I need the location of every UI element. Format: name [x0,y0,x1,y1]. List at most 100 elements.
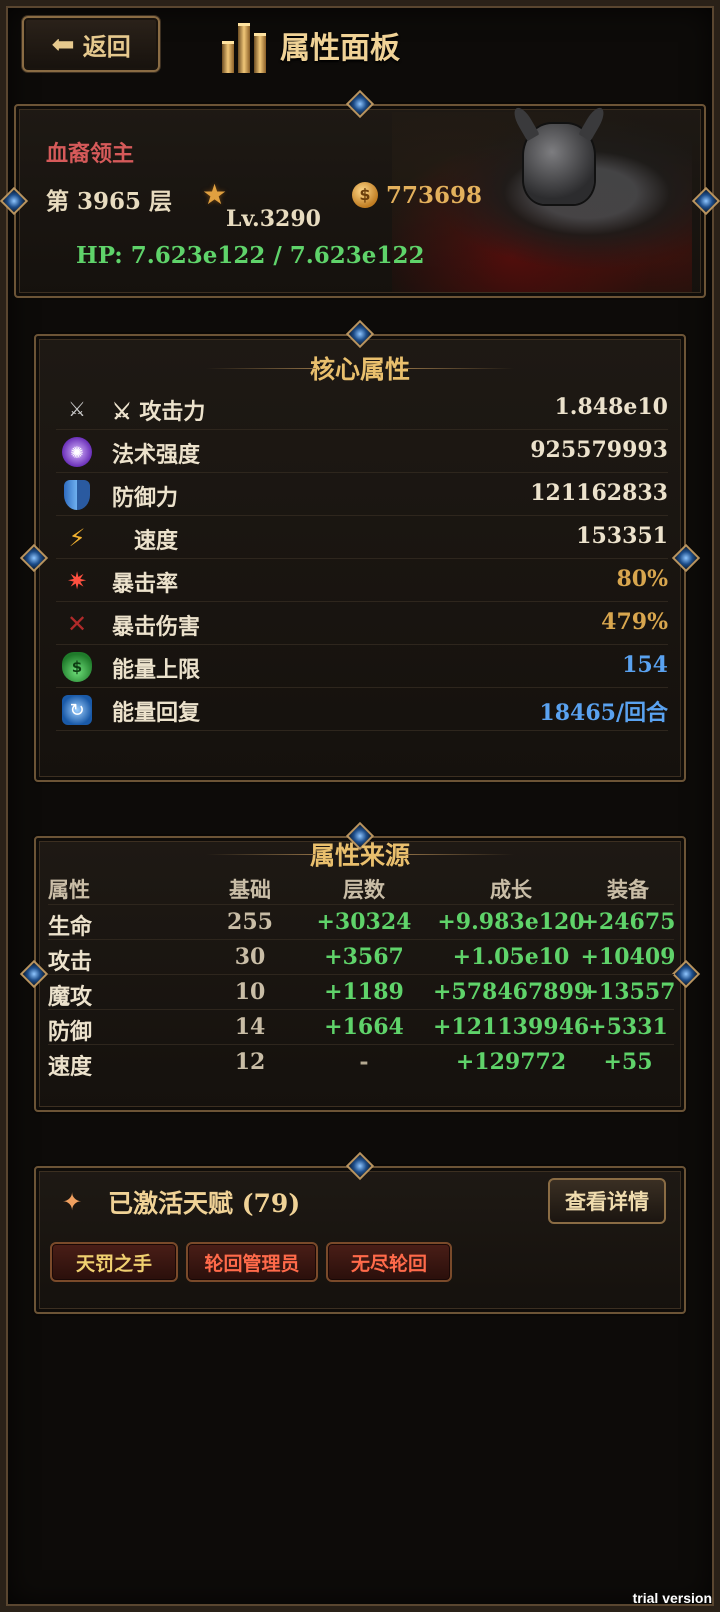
stat-row-crit-damage: ✕ 暴击伤害 479% [56,603,668,645]
table-cell: - [359,1049,369,1075]
back-arrow-icon: ⬅ [51,27,75,61]
table-row: 生命 255 +30324 +9.983e120 +24675 [48,905,675,940]
talent-title: 已激活天赋 (79) [108,1189,301,1218]
table-cell: +30324 [316,909,412,935]
stat-row-energy-regen: ↻ 能量回复 18465/回合 [56,689,668,731]
column-header: 属性 [48,877,90,902]
stat-row-crit-rate: ✷ 暴击率 80% [56,560,668,602]
stat-label: 防御力 [112,485,179,511]
table-cell: 30 [234,944,266,970]
table-row: 魔攻 10 +1189 +578467899 +13557 [48,975,675,1010]
table-cell: +5331 [588,1014,668,1040]
stat-label: 法术强度 [112,442,201,468]
talent-panel: ✦ 已激活天赋 (79) 查看详情 天罚之手 轮回管理员 无尽轮回 [34,1151,686,1314]
gem-ornament-icon [19,959,49,989]
column-header: 装备 [607,877,649,902]
boss-info-panel: 血裔领主 第 3965 层 ★ Lv.3290 $ 773698 HP: 7.6… [14,104,706,298]
core-stats-title: 核心属性 [36,350,684,386]
table-cell: +1664 [324,1014,404,1040]
column-header: 层数 [343,877,385,902]
stat-value: 121162833 [530,480,668,506]
boss-level: Lv.3290 [226,206,321,232]
table-cell: +55 [603,1049,653,1075]
magic-orb-icon: ✺ [62,437,92,467]
back-button[interactable]: ⬅ 返回 [22,16,160,72]
table-cell: 14 [234,1014,266,1040]
talent-tag[interactable]: 天罚之手 [50,1242,178,1282]
talent-star-icon: ✦ [62,1188,83,1216]
gold-amount: 773698 [386,182,483,209]
stat-value: 925579993 [530,437,668,463]
stat-label: 能量上限 [112,657,201,683]
table-cell: +121139946 [433,1014,590,1040]
gold-coin-icon: $ [352,182,378,208]
stat-value: 153351 [576,523,668,549]
table-row: 防御 14 +1664 +121139946 +5331 [48,1010,674,1045]
stat-label: 暴击伤害 [112,614,201,640]
table-cell: 10 [234,979,266,1005]
table-cell: 255 [227,909,273,935]
stat-row-spell-power: ✺ 法术强度 925579993 [56,431,668,473]
table-cell: 攻击 [48,949,93,975]
gem-ornament-icon [345,1151,375,1181]
stat-value: 80% [616,566,668,592]
trial-watermark: trial version [632,1590,712,1606]
table-cell: +129772 [455,1049,567,1075]
table-cell: +3567 [324,944,404,970]
table-cell: 魔攻 [48,984,93,1010]
gem-ornament-icon [345,319,375,349]
stat-row-attack: ⚔ ⚔ 攻击力 1.848e10 [56,388,668,430]
stat-source-panel: 属性来源 属性 基础 层数 成长 装备 生命 255 +30324 +9.983… [19,821,701,1112]
boss-hp: HP: 7.623e122 / 7.623e122 [76,242,425,269]
table-cell: +578467899 [433,979,590,1005]
table-cell: 防御 [48,1019,93,1045]
stat-value: 154 [622,652,668,678]
table-cell: +9.983e120 [437,909,585,935]
lightning-icon: ⚡ [68,524,86,552]
star-icon: ★ [202,178,228,211]
gem-ornament-icon [671,543,701,573]
page-title: 属性面板 [280,31,400,66]
core-stats-panel: 核心属性 ⚔ ⚔ 攻击力 1.848e10 ✺ 法术强度 925579993 防… [19,319,701,782]
column-header: 成长 [490,877,532,902]
table-cell: +10409 [580,944,676,970]
stat-value: 1.848e10 [554,394,668,420]
crossed-swords-icon: ⚔ [68,397,86,421]
table-row: 攻击 30 +3567 +1.05e10 +10409 [48,940,675,975]
shield-icon [64,480,90,510]
crit-burst-icon: ✷ [66,567,88,595]
gem-ornament-icon [19,543,49,573]
table-cell: 12 [234,1049,266,1075]
table-cell: +13557 [580,979,676,1005]
floor-number: 第 3965 层 [46,188,173,215]
table-row: 速度 12 - +129772 +55 [48,1045,674,1080]
talent-tag[interactable]: 轮回管理员 [186,1242,318,1282]
stat-label: 速度 [134,528,179,554]
column-header: 基础 [229,877,271,902]
stat-label: 暴击率 [112,571,179,597]
stat-label: ⚔ 攻击力 [112,399,206,425]
stat-value: 18465/回合 [539,700,668,726]
swirl-icon: ↻ [62,695,92,725]
view-details-button[interactable]: 查看详情 [548,1178,666,1224]
table-cell: +1.05e10 [452,944,570,970]
table-cell: 生命 [48,914,93,940]
stat-source-title: 属性来源 [36,836,684,872]
talent-tag[interactable]: 无尽轮回 [326,1242,452,1282]
crit-damage-icon: ✕ [66,610,88,638]
table-cell: 速度 [48,1054,93,1080]
pillars-icon [222,17,266,73]
stat-label: 能量回复 [112,700,201,726]
stat-row-energy-max: $ 能量上限 154 [56,646,668,688]
stat-row-defense: 防御力 121162833 [56,474,668,516]
back-label: 返回 [82,31,131,61]
stat-value: 479% [601,609,668,635]
header-title-group: 属性面板 [222,12,400,78]
boss-name: 血裔领主 [46,141,135,167]
table-cell: +1189 [324,979,404,1005]
potion-icon: $ [62,652,92,682]
stat-row-speed: ⚡ 速度 153351 [56,517,668,559]
boss-helmet-image [524,124,594,204]
table-header: 属性 基础 层数 成长 装备 [48,870,674,905]
table-cell: +24675 [580,909,676,935]
